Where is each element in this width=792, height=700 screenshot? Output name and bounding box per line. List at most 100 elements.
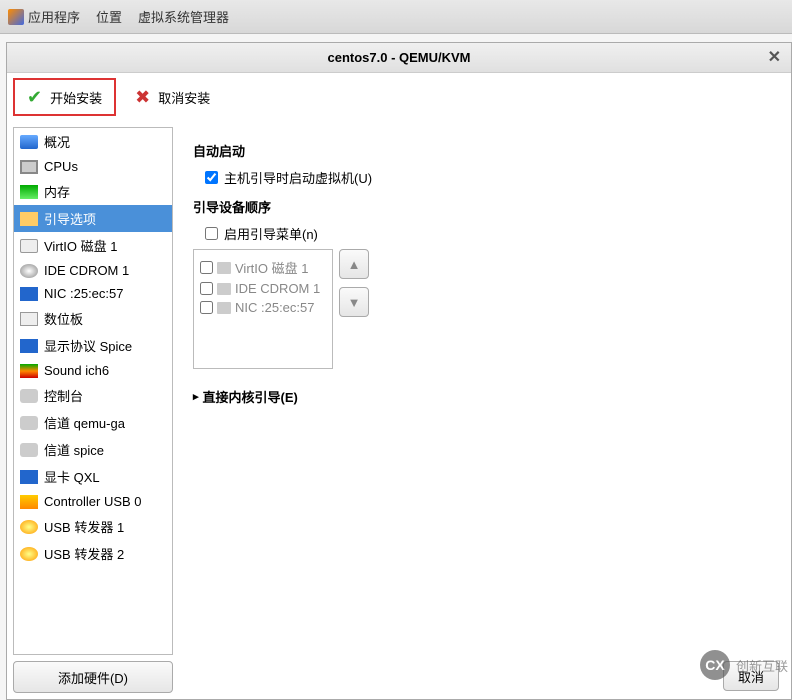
check-icon: ✔ — [27, 87, 42, 108]
device-icon — [20, 135, 38, 149]
autostart-check-label: 主机引导时启动虚拟机(U) — [224, 168, 372, 187]
device-icon — [20, 364, 38, 378]
boot-device-label: VirtIO 磁盘 1 — [235, 258, 308, 277]
sidebar-item-label: USB 转发器 1 — [44, 517, 124, 536]
window-title: centos7.0 - QEMU/KVM — [327, 50, 470, 65]
menu-places[interactable]: 位置 — [96, 7, 122, 26]
device-icon — [20, 470, 38, 484]
boot-enable-checkbox[interactable] — [200, 301, 213, 314]
sidebar-item-label: 信道 spice — [44, 440, 104, 459]
boot-device-label: NIC :25:ec:57 — [235, 300, 315, 315]
device-icon — [20, 212, 38, 226]
boot-enable-checkbox[interactable] — [200, 282, 213, 295]
apps-icon — [8, 9, 24, 25]
sidebar-item-label: 内存 — [44, 182, 70, 201]
device-icon — [20, 520, 38, 534]
sidebar: 概况 CPUs 内存引导选项 VirtIO 磁盘 1 IDE CDROM 1 NIC :2… — [7, 121, 179, 699]
sidebar-item-3[interactable]: 引导选项 — [14, 205, 172, 232]
cancel-install-button[interactable]: ✖ 取消安装 — [122, 78, 223, 116]
cancel-button[interactable]: 取消 — [723, 661, 779, 691]
autostart-title: 自动启动 — [193, 141, 777, 160]
sidebar-item-15[interactable]: USB 转发器 1 — [14, 513, 172, 540]
boot-device-list[interactable]: VirtIO 磁盘 1 IDE CDROM 1 NIC :25:ec:57 — [193, 249, 333, 369]
device-icon — [20, 547, 38, 561]
begin-install-button[interactable]: ✔ 开始安装 — [13, 78, 116, 116]
device-icon — [20, 287, 38, 301]
bootmenu-checkbox[interactable] — [205, 227, 218, 240]
boot-enable-checkbox[interactable] — [200, 261, 213, 274]
sidebar-item-0[interactable]: 概况 — [14, 128, 172, 155]
sidebar-item-16[interactable]: USB 转发器 2 — [14, 540, 172, 567]
desktop-top-bar: 应用程序 位置 虚拟系统管理器 — [0, 0, 792, 34]
device-icon — [20, 239, 38, 253]
sidebar-item-6[interactable]: NIC :25:ec:57 — [14, 282, 172, 305]
sidebar-item-label: 概况 — [44, 132, 70, 151]
sidebar-item-8[interactable]: 显示协议 Spice — [14, 332, 172, 359]
sidebar-item-12[interactable]: 信道 spice — [14, 436, 172, 463]
boot-device-0[interactable]: VirtIO 磁盘 1 — [200, 256, 326, 279]
content-area: 概况 CPUs 内存引导选项 VirtIO 磁盘 1 IDE CDROM 1 NIC :2… — [7, 121, 791, 699]
sidebar-item-9[interactable]: Sound ich6 — [14, 359, 172, 382]
direct-kernel-label: 直接内核引导(E) — [203, 387, 298, 406]
sidebar-item-label: USB 转发器 2 — [44, 544, 124, 563]
sidebar-item-label: Controller USB 0 — [44, 494, 142, 509]
sidebar-item-label: 信道 qemu-ga — [44, 413, 125, 432]
sidebar-item-label: Sound ich6 — [44, 363, 109, 378]
sidebar-item-label: 引导选项 — [44, 209, 96, 228]
device-icon — [20, 389, 38, 403]
autostart-checkbox[interactable] — [205, 171, 218, 184]
bootmenu-check-label: 启用引导菜单(n) — [224, 224, 318, 243]
main-panel: 自动启动 主机引导时启动虚拟机(U) 引导设备顺序 启用引导菜单(n) Virt… — [179, 121, 791, 699]
sidebar-item-1[interactable]: CPUs — [14, 155, 172, 178]
sidebar-item-14[interactable]: Controller USB 0 — [14, 490, 172, 513]
move-down-button[interactable]: ▼ — [339, 287, 369, 317]
autostart-check-row[interactable]: 主机引导时启动虚拟机(U) — [205, 168, 777, 187]
boot-order-buttons: ▲ ▼ — [339, 249, 369, 317]
vm-config-window: centos7.0 - QEMU/KVM ✕ ✔ 开始安装 ✖ 取消安装 概况 C… — [6, 42, 792, 700]
sidebar-item-label: 控制台 — [44, 386, 83, 405]
device-icon — [217, 262, 231, 274]
boot-device-2[interactable]: NIC :25:ec:57 — [200, 298, 326, 317]
device-icon — [20, 339, 38, 353]
menu-applications[interactable]: 应用程序 — [8, 7, 80, 26]
bootorder-title: 引导设备顺序 — [193, 197, 777, 216]
add-hardware-button[interactable]: 添加硬件(D) — [13, 661, 173, 693]
begin-install-label: 开始安装 — [50, 88, 102, 107]
device-icon — [20, 443, 38, 457]
boot-device-label: IDE CDROM 1 — [235, 281, 320, 296]
bootmenu-check-row[interactable]: 启用引导菜单(n) — [205, 224, 777, 243]
sidebar-item-label: CPUs — [44, 159, 78, 174]
sidebar-item-11[interactable]: 信道 qemu-ga — [14, 409, 172, 436]
sidebar-item-label: VirtIO 磁盘 1 — [44, 236, 117, 255]
sidebar-item-13[interactable]: 显卡 QXL — [14, 463, 172, 490]
device-icon — [20, 264, 38, 278]
sidebar-item-label: IDE CDROM 1 — [44, 263, 129, 278]
toolbar: ✔ 开始安装 ✖ 取消安装 — [7, 73, 791, 121]
device-icon — [217, 302, 231, 314]
sidebar-item-label: 显卡 QXL — [44, 467, 100, 486]
sidebar-item-5[interactable]: IDE CDROM 1 — [14, 259, 172, 282]
sidebar-item-10[interactable]: 控制台 — [14, 382, 172, 409]
direct-kernel-expander[interactable]: 直接内核引导(E) — [193, 387, 777, 406]
device-icon — [20, 495, 38, 509]
sidebar-item-label: 显示协议 Spice — [44, 336, 132, 355]
sidebar-item-2[interactable]: 内存 — [14, 178, 172, 205]
cancel-install-label: 取消安装 — [158, 88, 210, 107]
bottom-bar: 取消 — [711, 653, 791, 699]
close-icon[interactable]: ✕ — [768, 47, 781, 67]
device-icon — [20, 312, 38, 326]
device-icon — [20, 416, 38, 430]
device-icon — [20, 185, 38, 199]
move-up-button[interactable]: ▲ — [339, 249, 369, 279]
hardware-list[interactable]: 概况 CPUs 内存引导选项 VirtIO 磁盘 1 IDE CDROM 1 NIC :2… — [13, 127, 173, 655]
sidebar-item-label: 数位板 — [44, 309, 83, 328]
menu-vmm[interactable]: 虚拟系统管理器 — [138, 7, 229, 26]
boot-device-1[interactable]: IDE CDROM 1 — [200, 279, 326, 298]
boot-device-panel: VirtIO 磁盘 1 IDE CDROM 1 NIC :25:ec:57 ▲ ▼ — [193, 249, 777, 369]
sidebar-item-label: NIC :25:ec:57 — [44, 286, 124, 301]
sidebar-item-7[interactable]: 数位板 — [14, 305, 172, 332]
sidebar-item-4[interactable]: VirtIO 磁盘 1 — [14, 232, 172, 259]
device-icon — [20, 160, 38, 174]
title-bar: centos7.0 - QEMU/KVM ✕ — [7, 43, 791, 73]
device-icon — [217, 283, 231, 295]
